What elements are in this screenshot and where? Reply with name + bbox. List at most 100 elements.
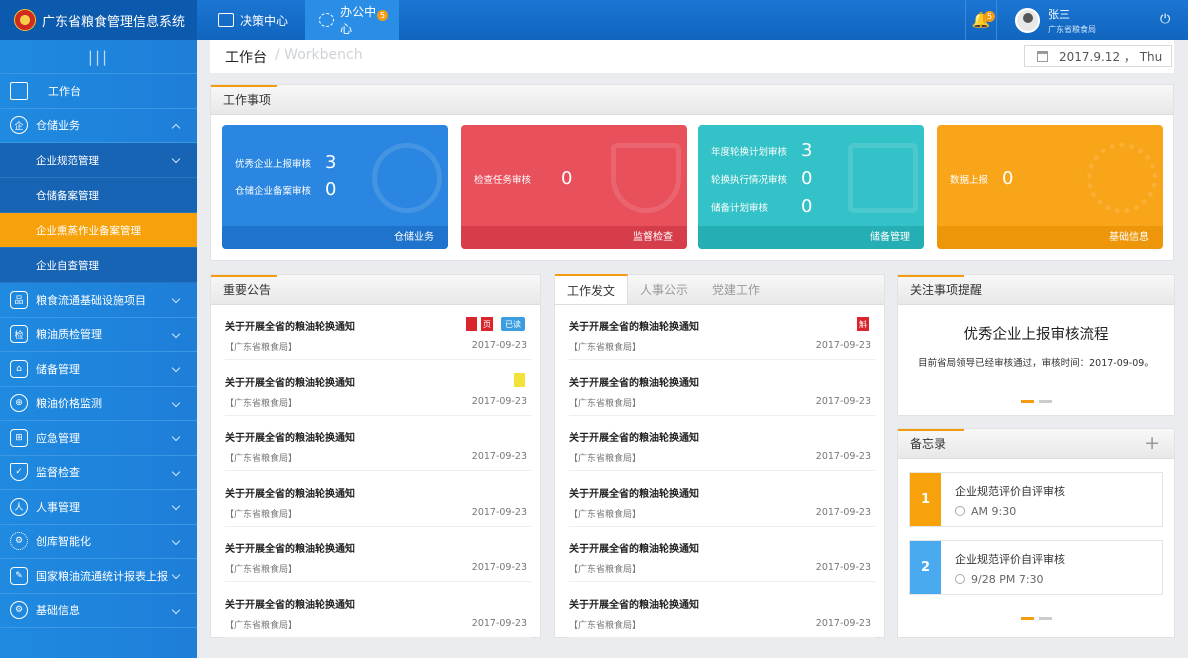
sidebar-subitem-label: 企业自查管理 bbox=[36, 259, 99, 272]
memo-time-text: 9/28 PM 7:30 bbox=[971, 573, 1044, 586]
warehouse-icon: 企 bbox=[10, 116, 28, 135]
memo-item[interactable]: 2 企业规范评价自评审核 9/28 PM 7:30 bbox=[909, 540, 1163, 595]
sidebar-subitem-label: 仓储备案管理 bbox=[36, 189, 99, 202]
list-item[interactable]: 关于开展全省的粮油轮换通知 【广东省粮食局】 2017-09-23 bbox=[225, 416, 531, 471]
chevron-down-icon bbox=[171, 154, 181, 164]
power-icon[interactable]: ⏻ bbox=[1160, 12, 1170, 27]
add-memo-button[interactable]: + bbox=[1144, 432, 1160, 454]
item-date: 2017-09-23 bbox=[815, 506, 871, 518]
card-basic-info[interactable]: 数据上报 0 基础信息 bbox=[937, 125, 1163, 249]
notices-panel: 重要公告 关于开展全省的粮油轮换通知 【广东省粮食局】 2017-09-23 页已读关… bbox=[210, 274, 541, 638]
card-row-label: 检查任务审核 bbox=[474, 174, 532, 186]
sidebar-item-reserve[interactable]: ⌂ 储备管理 bbox=[0, 352, 197, 387]
sidebar-item-workbench[interactable]: 工作台 bbox=[0, 74, 197, 109]
page-title: 工作台 bbox=[225, 50, 267, 66]
card-row[interactable]: 年度轮换计划审核 3 bbox=[711, 140, 812, 161]
list-item[interactable]: 关于开展全省的粮油轮换通知 【广东省粮食局】 2017-09-23 bbox=[225, 527, 531, 582]
sidebar-item-statistics-report[interactable]: ✎ 国家粮油流通统计报表上报 bbox=[0, 559, 197, 594]
tab-personnel-notice[interactable]: 人事公示 bbox=[628, 274, 700, 304]
monitor-icon bbox=[218, 13, 234, 27]
card-row[interactable]: 数据上报 0 bbox=[950, 168, 1013, 189]
list-item[interactable]: 关于开展全省的粮油轮换通知 【广东省粮食局】 2017-09-23 bbox=[569, 527, 875, 582]
card-row[interactable]: 检查任务审核 0 bbox=[474, 168, 572, 189]
panel-header: 关注事项提醒 bbox=[898, 275, 1174, 305]
sidebar-item-smart-warehouse[interactable]: ⚙ 创库智能化 bbox=[0, 525, 197, 559]
docs-panel: 工作发文 人事公示 党建工作 关于开展全省的粮油轮换通知 【广东省粮食局】 2017… bbox=[554, 274, 885, 638]
notification-button[interactable]: 🔔 5 bbox=[965, 0, 997, 40]
emergency-icon: ⊞ bbox=[10, 428, 28, 447]
list-item[interactable]: 关于开展全省的粮油轮换通知 【广东省粮食局】 2017-09-23 斛 bbox=[569, 305, 875, 360]
sidebar-subitem-fumigation-filing[interactable]: 企业熏蒸作业备案管理 bbox=[0, 213, 197, 248]
reserve-icon: ⌂ bbox=[10, 359, 28, 378]
memo-title: 企业规范评价自评审核 bbox=[955, 485, 1065, 498]
sidebar-item-basic-info[interactable]: ⚙ 基础信息 bbox=[0, 594, 197, 628]
sidebar-item-warehouse[interactable]: 企 仓储业务 bbox=[0, 109, 197, 143]
date-text: 2017.9.12 ， Thu bbox=[1059, 49, 1163, 64]
sidebar-subitem-storage-filing[interactable]: 仓储备案管理 bbox=[0, 178, 197, 213]
date-display[interactable]: 2017.9.12 ， Thu bbox=[1024, 45, 1172, 67]
panel-header: 工作事项 bbox=[211, 85, 1173, 115]
sidebar-item-price[interactable]: ⊕ 粮油价格监测 bbox=[0, 387, 197, 421]
sidebar-item-quality[interactable]: 检 粮油质检管理 bbox=[0, 318, 197, 352]
card-row[interactable]: 储备计划审核 0 bbox=[711, 196, 812, 217]
list-item[interactable]: 关于开展全省的粮油轮换通知 【广东省粮食局】 2017-09-23 bbox=[569, 583, 875, 638]
card-reserve[interactable]: 年度轮换计划审核 3 轮换执行情况审核 0 储备计划审核 0 储备管理 bbox=[698, 125, 924, 249]
sidebar-subitem-enterprise-norms[interactable]: 企业规范管理 bbox=[0, 143, 197, 178]
list-item[interactable]: 关于开展全省的粮油轮换通知 【广东省粮食局】 2017-09-23 bbox=[225, 583, 531, 638]
nav-office-center[interactable]: 办公中心 5 bbox=[305, 0, 399, 40]
chevron-down-icon bbox=[171, 329, 181, 338]
app-logo[interactable]: 广东省粮食管理信息系统 bbox=[0, 0, 197, 40]
sidebar-item-label: 国家粮油流通统计报表上报 bbox=[36, 569, 168, 583]
inspect-icon: 检 bbox=[10, 325, 28, 344]
sidebar-item-label: 粮食流通基础设施项目 bbox=[36, 293, 146, 307]
memo-title: 企业规范评价自评审核 bbox=[955, 553, 1065, 566]
item-date: 2017-09-23 bbox=[471, 451, 527, 462]
list-item[interactable]: 关于开展全省的粮油轮换通知 【广东省粮食局】 2017-09-23 页已读 bbox=[225, 305, 531, 360]
tab-party-work[interactable]: 党建工作 bbox=[700, 274, 772, 304]
nav-decision-center[interactable]: 决策中心 bbox=[204, 0, 302, 40]
chevron-down-icon bbox=[171, 501, 181, 511]
carousel-dots[interactable] bbox=[1021, 617, 1052, 620]
item-source: 【广东省粮食局】 bbox=[569, 509, 642, 520]
list-item[interactable]: 关于开展全省的粮油轮换通知 【广东省粮食局】 2017-09-23 bbox=[569, 416, 875, 471]
memo-item[interactable]: 1 企业规范评价自评审核 AM 9:30 bbox=[909, 472, 1163, 527]
list-item[interactable]: 关于开展全省的粮油轮换通知 【广东省粮食局】 2017-09-23 bbox=[225, 472, 531, 527]
list-item[interactable]: 关于开展全省的粮油轮换通知 【广东省粮食局】 2017-09-23 bbox=[569, 361, 875, 416]
sidebar-item-infrastructure[interactable]: 品 粮食流通基础设施项目 bbox=[0, 283, 197, 318]
carousel-dots[interactable] bbox=[1021, 400, 1052, 403]
sidebar-item-personnel[interactable]: 人 人事管理 bbox=[0, 490, 197, 525]
item-source: 【广东省粮食局】 bbox=[569, 565, 642, 575]
card-row[interactable]: 优秀企业上报审核 3 bbox=[235, 152, 336, 173]
nav-badge: 5 bbox=[377, 10, 388, 21]
chevron-down-icon bbox=[171, 605, 181, 614]
card-row[interactable]: 仓储企业备案审核 0 bbox=[235, 179, 336, 200]
list-item[interactable]: 关于开展全省的粮油轮换通知 【广东省粮食局】 2017-09-23 bbox=[225, 361, 531, 416]
sidebar-subitem-label: 企业熏蒸作业备案管理 bbox=[36, 224, 141, 237]
attention-heading[interactable]: 优秀企业上报审核流程 bbox=[898, 323, 1174, 344]
clock-icon bbox=[955, 574, 965, 584]
sidebar-item-label: 监督检查 bbox=[36, 466, 80, 480]
card-supervision[interactable]: 检查任务审核 0 监督检查 bbox=[461, 125, 687, 249]
sidebar-item-supervision[interactable]: ✓ 监督检查 bbox=[0, 456, 197, 490]
sidebar-collapse-button[interactable]: ||| bbox=[0, 40, 197, 74]
shield-icon: ✓ bbox=[10, 463, 28, 482]
sidebar-subitem-label: 企业规范管理 bbox=[36, 154, 99, 167]
item-source: 【广东省粮食局】 bbox=[225, 509, 298, 520]
item-source: 【广东省粮食局】 bbox=[225, 565, 298, 575]
card-warehouse[interactable]: 优秀企业上报审核 3 仓储企业备案审核 0 仓储业务 bbox=[222, 125, 448, 249]
card-row[interactable]: 轮换执行情况审核 0 bbox=[711, 168, 812, 189]
panel-title: 重要公告 bbox=[223, 283, 272, 297]
list-item[interactable]: 关于开展全省的粮油轮换通知 【广东省粮食局】 2017-09-23 bbox=[569, 472, 875, 527]
header-accent bbox=[211, 85, 277, 87]
card-row-value: 3 bbox=[325, 152, 337, 173]
item-date: 2017-09-23 bbox=[471, 395, 527, 407]
panel-header: 重要公告 bbox=[211, 275, 540, 305]
sidebar-item-emergency[interactable]: ⊞ 应急管理 bbox=[0, 421, 197, 456]
sidebar-subitem-self-inspection[interactable]: 企业自查管理 bbox=[0, 248, 197, 283]
item-title: 关于开展全省的粮油轮换通知 bbox=[569, 544, 699, 555]
item-source: 【广东省粮食局】 bbox=[225, 620, 298, 631]
avatar[interactable] bbox=[1015, 8, 1040, 33]
bookmark-icon bbox=[514, 372, 525, 387]
item-source: 【广东省粮食局】 bbox=[569, 620, 642, 631]
tab-work-docs[interactable]: 工作发文 bbox=[555, 274, 629, 304]
